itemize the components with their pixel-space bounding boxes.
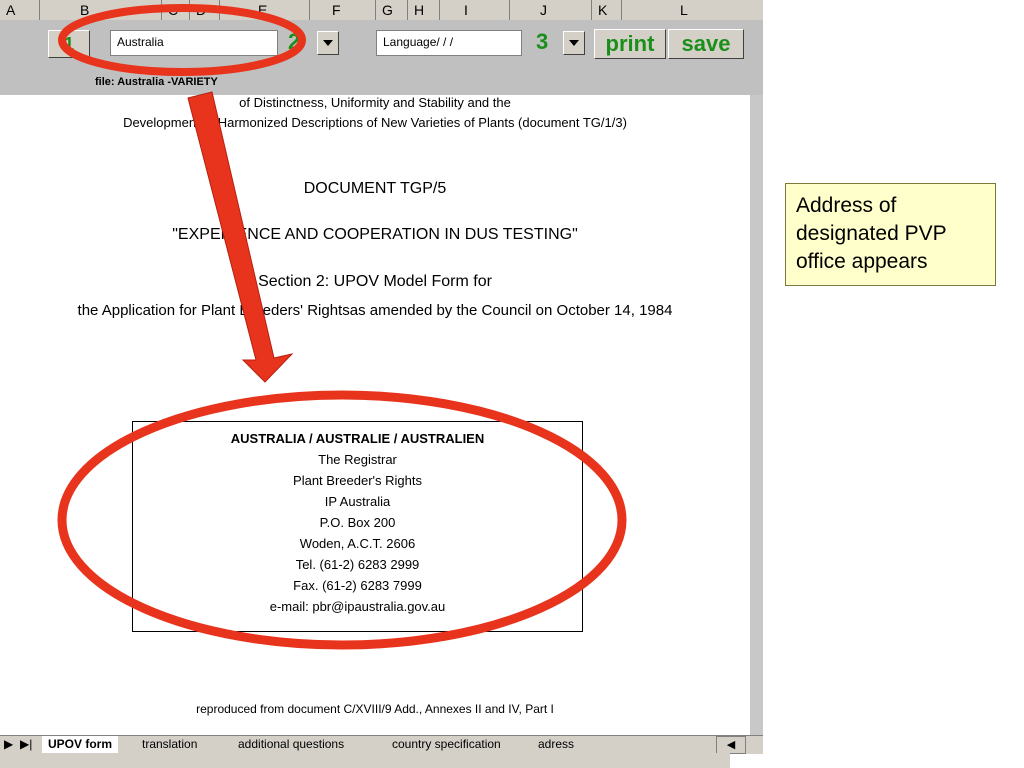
callout-note: Address of designated PVP office appears [785,183,996,286]
doc-line-2: Development of Harmonized Descriptions o… [123,115,627,130]
language-dropdown-button[interactable] [563,31,585,55]
address-line: The Registrar [318,452,397,467]
address-line: P.O. Box 200 [319,515,396,530]
address-line: Tel. (61-2) 6283 2999 [295,557,420,572]
save-button[interactable]: save [668,29,744,59]
drawing-toolbar [0,753,730,768]
tab-upov-form[interactable]: UPOV form [42,736,119,753]
country-field[interactable]: Australia [110,30,278,56]
country-dropdown-button[interactable] [317,31,339,55]
doc-title: DOCUMENT TGP/5 [303,180,447,197]
tab-translation[interactable]: translation [136,736,203,753]
column-header[interactable]: I [440,0,510,20]
tab-country-specification[interactable]: country specification [386,736,507,753]
column-header[interactable]: L [622,0,763,20]
column-header[interactable]: E [220,0,310,20]
address-line: e-mail: pbr@ipaustralia.gov.au [269,599,446,614]
tab-additional-questions[interactable]: additional questions [232,736,350,753]
step-1-button[interactable]: 1 [48,30,90,58]
hscroll-left-icon[interactable]: ◀ [716,736,746,754]
designated-office-address-box: AUSTRALIA / AUSTRALIE / AUSTRALIEN The R… [132,421,583,632]
document-sheet: of Distinctness, Uniformity and Stabilit… [0,95,750,735]
address-line: Plant Breeder's Rights [293,473,422,488]
doc-footer: reproduced from document C/XVIII/9 Add.,… [196,702,554,716]
sheet-tab-bar: ▶ ▶| UPOV form translation additional qu… [0,735,763,754]
column-header[interactable]: A [0,0,40,20]
column-header[interactable]: J [510,0,592,20]
tab-adress[interactable]: adress [532,736,580,753]
column-header[interactable]: D [190,0,220,20]
column-header[interactable]: G [376,0,408,20]
doc-section: Section 2: UPOV Model Form for [258,273,492,290]
file-label: file: Australia -VARIETY [95,76,218,88]
column-header[interactable]: C [162,0,190,20]
vertical-scrollbar[interactable] [750,95,763,735]
step-3-number: 3 [536,29,549,54]
doc-line-1: of Distinctness, Uniformity and Stabilit… [239,95,511,110]
doc-heading: "EXPERIENCE AND COOPERATION IN DUS TESTI… [172,226,578,243]
address-line: Fax. (61-2) 6283 7999 [293,578,422,593]
column-header[interactable]: H [408,0,440,20]
column-header[interactable]: K [592,0,622,20]
address-line: Woden, A.C.T. 2606 [299,536,416,551]
tab-scroll-last-icon[interactable]: ▶| [20,737,32,751]
print-button[interactable]: print [594,29,666,59]
language-field[interactable]: Language/ / / [376,30,522,56]
step-2-number: 2 [288,29,301,54]
tab-scroll-right-icon[interactable]: ▶ [4,737,13,751]
column-header-row: A B C D E F G H I J K L [0,0,763,21]
column-header[interactable]: F [310,0,376,20]
column-header[interactable]: B [40,0,162,20]
doc-subtitle: the Application for Plant Breeders' Righ… [77,302,673,319]
address-line: IP Australia [324,494,391,509]
address-title: AUSTRALIA / AUSTRALIE / AUSTRALIEN [230,431,485,446]
